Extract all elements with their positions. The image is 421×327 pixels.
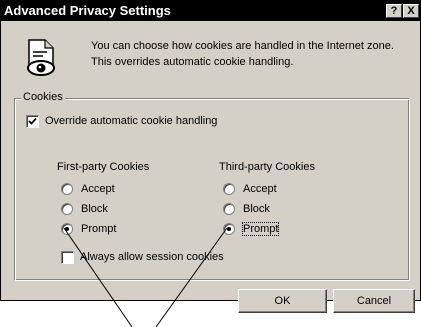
annotation-callouts (63, 227, 228, 327)
callout-line-third-party (155, 227, 228, 327)
callout-line-first-party (63, 227, 133, 327)
